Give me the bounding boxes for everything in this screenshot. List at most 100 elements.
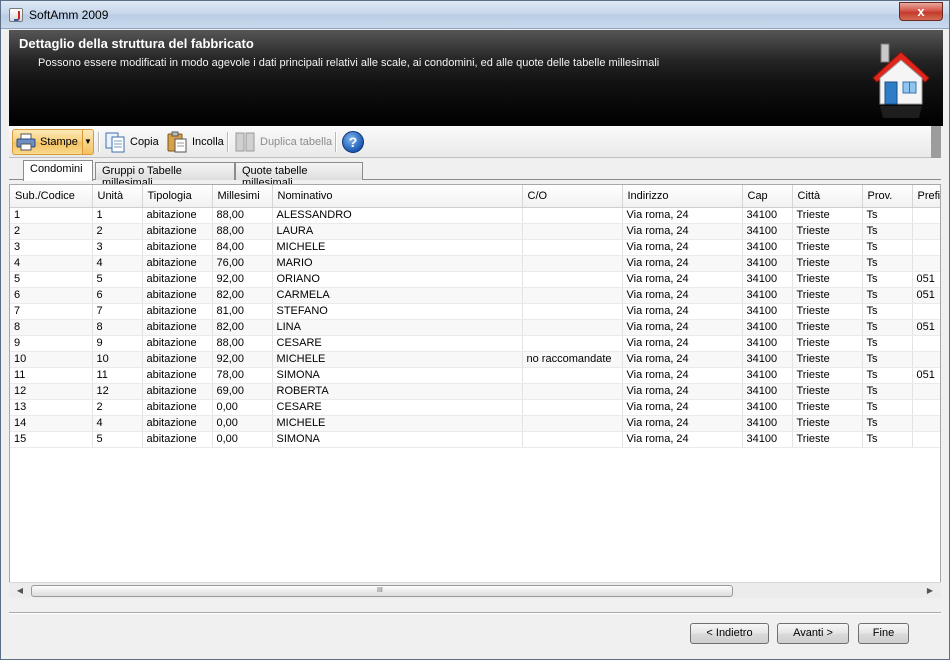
table-cell[interactable] xyxy=(912,351,940,368)
table-cell[interactable]: 051 xyxy=(912,271,940,288)
table-cell[interactable]: Ts xyxy=(862,415,913,432)
table-cell[interactable]: 051 xyxy=(912,367,940,384)
table-row[interactable]: 3 3 abitazione 84,00 MICHELE Via roma, 24 3410… xyxy=(10,239,940,256)
table-cell[interactable]: Via roma, 24 xyxy=(622,415,743,432)
indietro-button[interactable]: < Indietro xyxy=(690,623,769,644)
table-cell[interactable]: abitazione xyxy=(142,367,213,384)
table-cell[interactable]: STEFANO xyxy=(272,303,523,320)
table-cell[interactable]: 051 xyxy=(912,287,940,304)
table-cell[interactable]: 6 xyxy=(10,287,93,304)
table-cell[interactable]: 88,00 xyxy=(212,207,273,224)
table-cell[interactable]: 5 xyxy=(10,271,93,288)
column-header[interactable]: Unità xyxy=(92,185,143,208)
table-cell[interactable]: SIMONA xyxy=(272,367,523,384)
table-cell[interactable]: abitazione xyxy=(142,255,213,272)
table-cell[interactable]: 81,00 xyxy=(212,303,273,320)
table-cell[interactable]: 4 xyxy=(92,415,143,432)
table-row[interactable]: 12 12 abitazione 69,00 ROBERTA Via roma, 24 34… xyxy=(10,383,940,400)
table-cell[interactable]: 2 xyxy=(92,223,143,240)
table-cell[interactable]: abitazione xyxy=(142,239,213,256)
horizontal-scrollbar[interactable]: ◀ III ▶ xyxy=(9,582,941,598)
table-cell[interactable]: SIMONA xyxy=(272,431,523,448)
table-cell[interactable]: ROBERTA xyxy=(272,383,523,400)
avanti-button[interactable]: Avanti > xyxy=(777,623,849,644)
table-cell[interactable]: abitazione xyxy=(142,271,213,288)
table-cell[interactable]: 84,00 xyxy=(212,239,273,256)
table-cell[interactable]: Trieste xyxy=(792,303,863,320)
table-cell[interactable] xyxy=(522,383,623,400)
table-row[interactable]: 8 8 abitazione 82,00 LINA Via roma, 24 34100 Tr… xyxy=(10,319,940,336)
table-cell[interactable]: 13 xyxy=(10,399,93,416)
table-cell[interactable]: Via roma, 24 xyxy=(622,207,743,224)
scroll-left-arrow-icon[interactable]: ◀ xyxy=(13,584,27,598)
table-cell[interactable]: abitazione xyxy=(142,335,213,352)
table-row[interactable]: 2 2 abitazione 88,00 LAURA Via roma, 24 34100 T… xyxy=(10,223,940,240)
table-cell[interactable]: 78,00 xyxy=(212,367,273,384)
table-cell[interactable]: 11 xyxy=(92,367,143,384)
table-cell[interactable]: 34100 xyxy=(742,335,793,352)
table-cell[interactable] xyxy=(522,367,623,384)
table-cell[interactable]: abitazione xyxy=(142,431,213,448)
table-cell[interactable]: abitazione xyxy=(142,415,213,432)
table-cell[interactable] xyxy=(522,431,623,448)
table-cell[interactable]: Trieste xyxy=(792,319,863,336)
table-cell[interactable]: 88,00 xyxy=(212,335,273,352)
table-cell[interactable]: 2 xyxy=(10,223,93,240)
table-row[interactable]: 7 7 abitazione 81,00 STEFANO Via roma, 24 3410… xyxy=(10,303,940,320)
table-cell[interactable]: Trieste xyxy=(792,367,863,384)
table-cell[interactable]: 5 xyxy=(92,271,143,288)
table-cell[interactable]: 34100 xyxy=(742,303,793,320)
table-cell[interactable]: 12 xyxy=(92,383,143,400)
table-cell[interactable] xyxy=(912,335,940,352)
table-cell[interactable]: 34100 xyxy=(742,287,793,304)
table-cell[interactable]: 4 xyxy=(92,255,143,272)
table-cell[interactable]: Via roma, 24 xyxy=(622,351,743,368)
table-cell[interactable]: 34100 xyxy=(742,399,793,416)
table-row[interactable]: 9 9 abitazione 88,00 CESARE Via roma, 24 34100… xyxy=(10,335,940,352)
stampe-button[interactable]: Stampe xyxy=(12,129,93,155)
table-cell[interactable]: no raccomandate xyxy=(522,351,623,368)
table-cell[interactable] xyxy=(522,319,623,336)
table-cell[interactable]: 6 xyxy=(92,287,143,304)
column-header[interactable]: Nominativo xyxy=(272,185,523,208)
table-cell[interactable]: 051 xyxy=(912,319,940,336)
table-cell[interactable] xyxy=(522,207,623,224)
table-cell[interactable]: 5 xyxy=(92,431,143,448)
column-header[interactable]: Cap xyxy=(742,185,793,208)
table-cell[interactable]: CESARE xyxy=(272,335,523,352)
table-cell[interactable]: 82,00 xyxy=(212,287,273,304)
table-cell[interactable]: Trieste xyxy=(792,239,863,256)
table-cell[interactable]: ORIANO xyxy=(272,271,523,288)
incolla-button[interactable]: Incolla xyxy=(163,129,227,155)
table-cell[interactable]: abitazione xyxy=(142,399,213,416)
tab-condomini[interactable]: Condomini xyxy=(23,160,93,181)
table-cell[interactable]: Via roma, 24 xyxy=(622,239,743,256)
table-cell[interactable]: 10 xyxy=(92,351,143,368)
table-cell[interactable]: Ts xyxy=(862,271,913,288)
table-cell[interactable]: MICHELE xyxy=(272,351,523,368)
table-cell[interactable]: Trieste xyxy=(792,335,863,352)
table-cell[interactable]: Ts xyxy=(862,207,913,224)
table-cell[interactable]: Via roma, 24 xyxy=(622,223,743,240)
table-cell[interactable]: 2 xyxy=(92,399,143,416)
table-cell[interactable]: Ts xyxy=(862,431,913,448)
table-cell[interactable] xyxy=(522,255,623,272)
column-header[interactable]: Sub./Codice xyxy=(10,185,93,208)
table-row[interactable]: 13 2 abitazione 0,00 CESARE Via roma, 24 34100… xyxy=(10,399,940,416)
table-cell[interactable]: Via roma, 24 xyxy=(622,271,743,288)
table-cell[interactable]: 9 xyxy=(10,335,93,352)
table-cell[interactable]: 34100 xyxy=(742,431,793,448)
table-cell[interactable]: 8 xyxy=(10,319,93,336)
table-cell[interactable]: MARIO xyxy=(272,255,523,272)
table-cell[interactable]: Trieste xyxy=(792,351,863,368)
table-cell[interactable] xyxy=(912,207,940,224)
table-cell[interactable]: 34100 xyxy=(742,351,793,368)
table-cell[interactable]: 15 xyxy=(10,431,93,448)
column-header[interactable]: C/O xyxy=(522,185,623,208)
table-cell[interactable]: 92,00 xyxy=(212,271,273,288)
table-row[interactable]: 11 11 abitazione 78,00 SIMONA Via roma, 24 341… xyxy=(10,367,940,384)
table-cell[interactable]: abitazione xyxy=(142,287,213,304)
table-row[interactable]: 5 5 abitazione 92,00 ORIANO Via roma, 24 34100… xyxy=(10,271,940,288)
table-cell[interactable]: Trieste xyxy=(792,255,863,272)
table-cell[interactable] xyxy=(522,303,623,320)
